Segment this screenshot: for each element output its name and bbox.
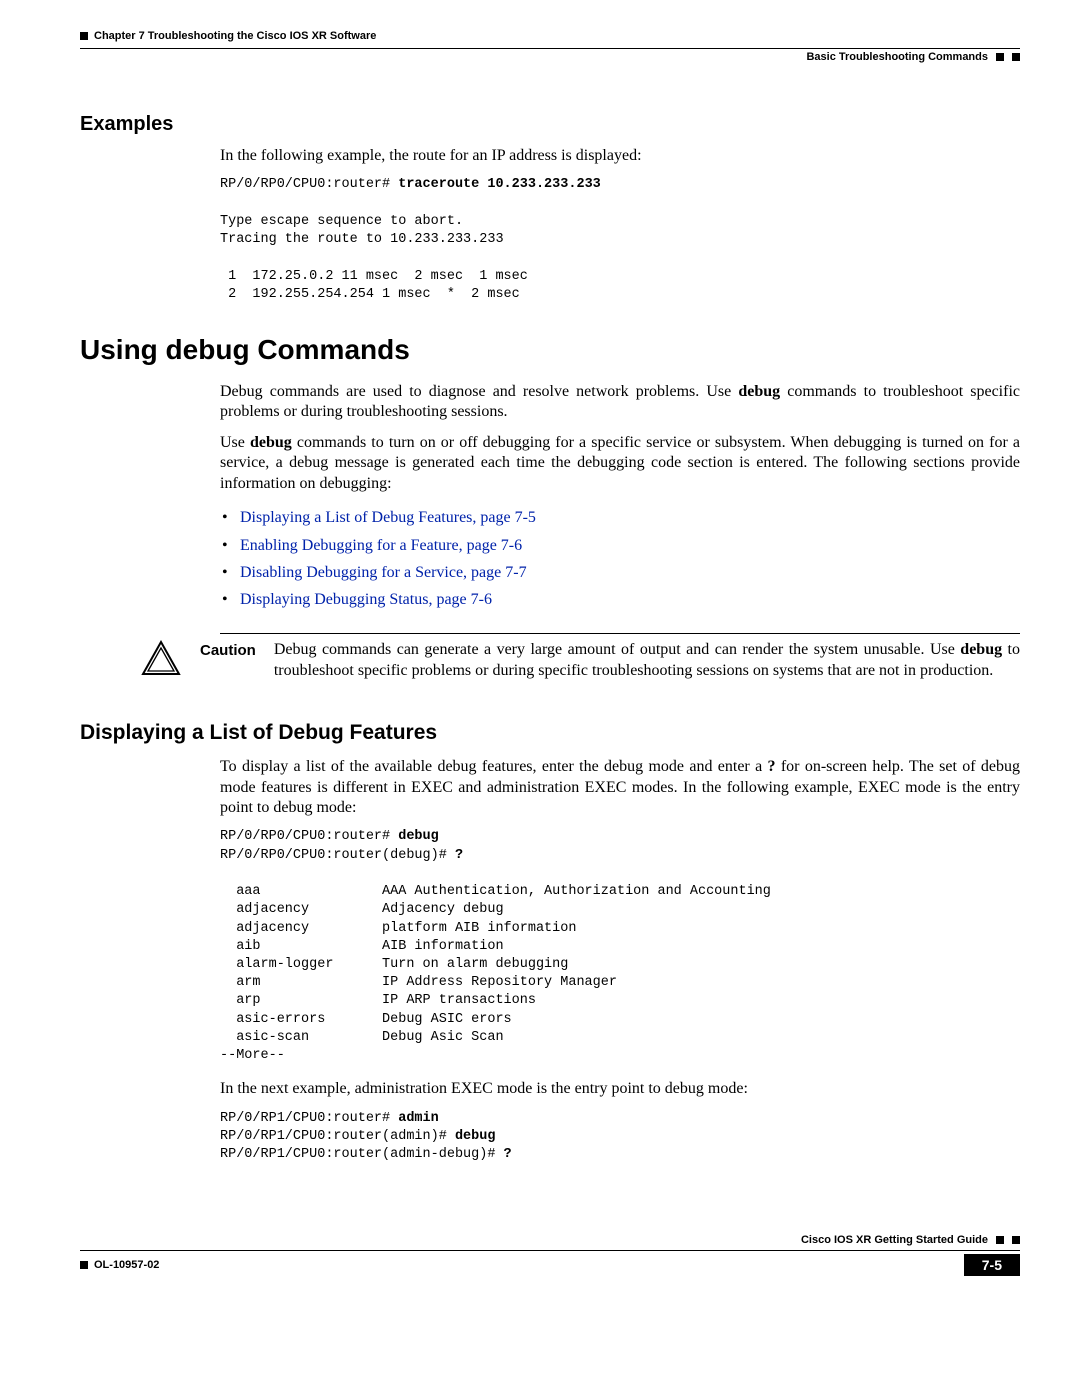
debug-para2: Use debug commands to turn on or off deb…	[220, 433, 1020, 494]
doc-number: OL-10957-02	[94, 1259, 159, 1271]
caution-rule-top	[220, 633, 1020, 634]
section-label: Basic Troubleshooting Commands	[806, 51, 988, 63]
list-item: Disabling Debugging for a Service, page …	[240, 559, 1020, 586]
footer-bullet-icon	[1012, 1236, 1020, 1244]
debug-links-list: Displaying a List of Debug Features, pag…	[220, 504, 1020, 613]
link-enable-debug[interactable]: Enabling Debugging for a Feature, page 7…	[240, 537, 522, 554]
running-header: Chapter 7 Troubleshooting the Cisco IOS …	[80, 30, 1020, 42]
link-display-list[interactable]: Displaying a List of Debug Features, pag…	[240, 509, 536, 526]
page-number: 7-5	[964, 1254, 1020, 1276]
debug-exec-output: RP/0/RP0/CPU0:router# debug RP/0/RP0/CPU…	[220, 828, 1020, 1065]
debug-para1: Debug commands are used to diagnose and …	[220, 382, 1020, 423]
caution-block: Caution Debug commands can generate a ve…	[140, 640, 1020, 691]
page: Chapter 7 Troubleshooting the Cisco IOS …	[0, 0, 1080, 1316]
page-footer: Cisco IOS XR Getting Started Guide OL-10…	[80, 1234, 1020, 1276]
caution-icon	[140, 640, 182, 681]
section-header: Basic Troubleshooting Commands	[80, 51, 1020, 63]
debug-admin-output: RP/0/RP1/CPU0:router# admin RP/0/RP1/CPU…	[220, 1110, 1020, 1165]
section-bullet-icon	[996, 53, 1004, 61]
link-disable-debug[interactable]: Disabling Debugging for a Service, page …	[240, 564, 527, 581]
footer-bullet-icon	[996, 1236, 1004, 1244]
displaying-para1: To display a list of the available debug…	[220, 757, 1020, 818]
footer-bullet-icon	[80, 1261, 88, 1269]
guide-title: Cisco IOS XR Getting Started Guide	[801, 1234, 988, 1246]
list-item: Enabling Debugging for a Feature, page 7…	[240, 532, 1020, 559]
section-bullet-icon	[1012, 53, 1020, 61]
link-debug-status[interactable]: Displaying Debugging Status, page 7-6	[240, 591, 492, 608]
caution-text: Debug commands can generate a very large…	[274, 640, 1020, 681]
examples-heading: Examples	[80, 113, 1020, 136]
displaying-heading: Displaying a List of Debug Features	[80, 721, 1020, 745]
list-item: Displaying a List of Debug Features, pag…	[240, 504, 1020, 531]
displaying-para2: In the next example, administration EXEC…	[220, 1079, 1020, 1099]
header-rule	[80, 48, 1020, 49]
examples-intro: In the following example, the route for …	[220, 146, 1020, 166]
list-item: Displaying Debugging Status, page 7-6	[240, 586, 1020, 613]
header-bullet-icon	[80, 32, 88, 40]
traceroute-output: RP/0/RP0/CPU0:router# traceroute 10.233.…	[220, 176, 1020, 304]
caution-label: Caution	[200, 640, 256, 659]
using-debug-heading: Using debug Commands	[80, 334, 1020, 366]
chapter-label: Chapter 7 Troubleshooting the Cisco IOS …	[94, 30, 376, 42]
